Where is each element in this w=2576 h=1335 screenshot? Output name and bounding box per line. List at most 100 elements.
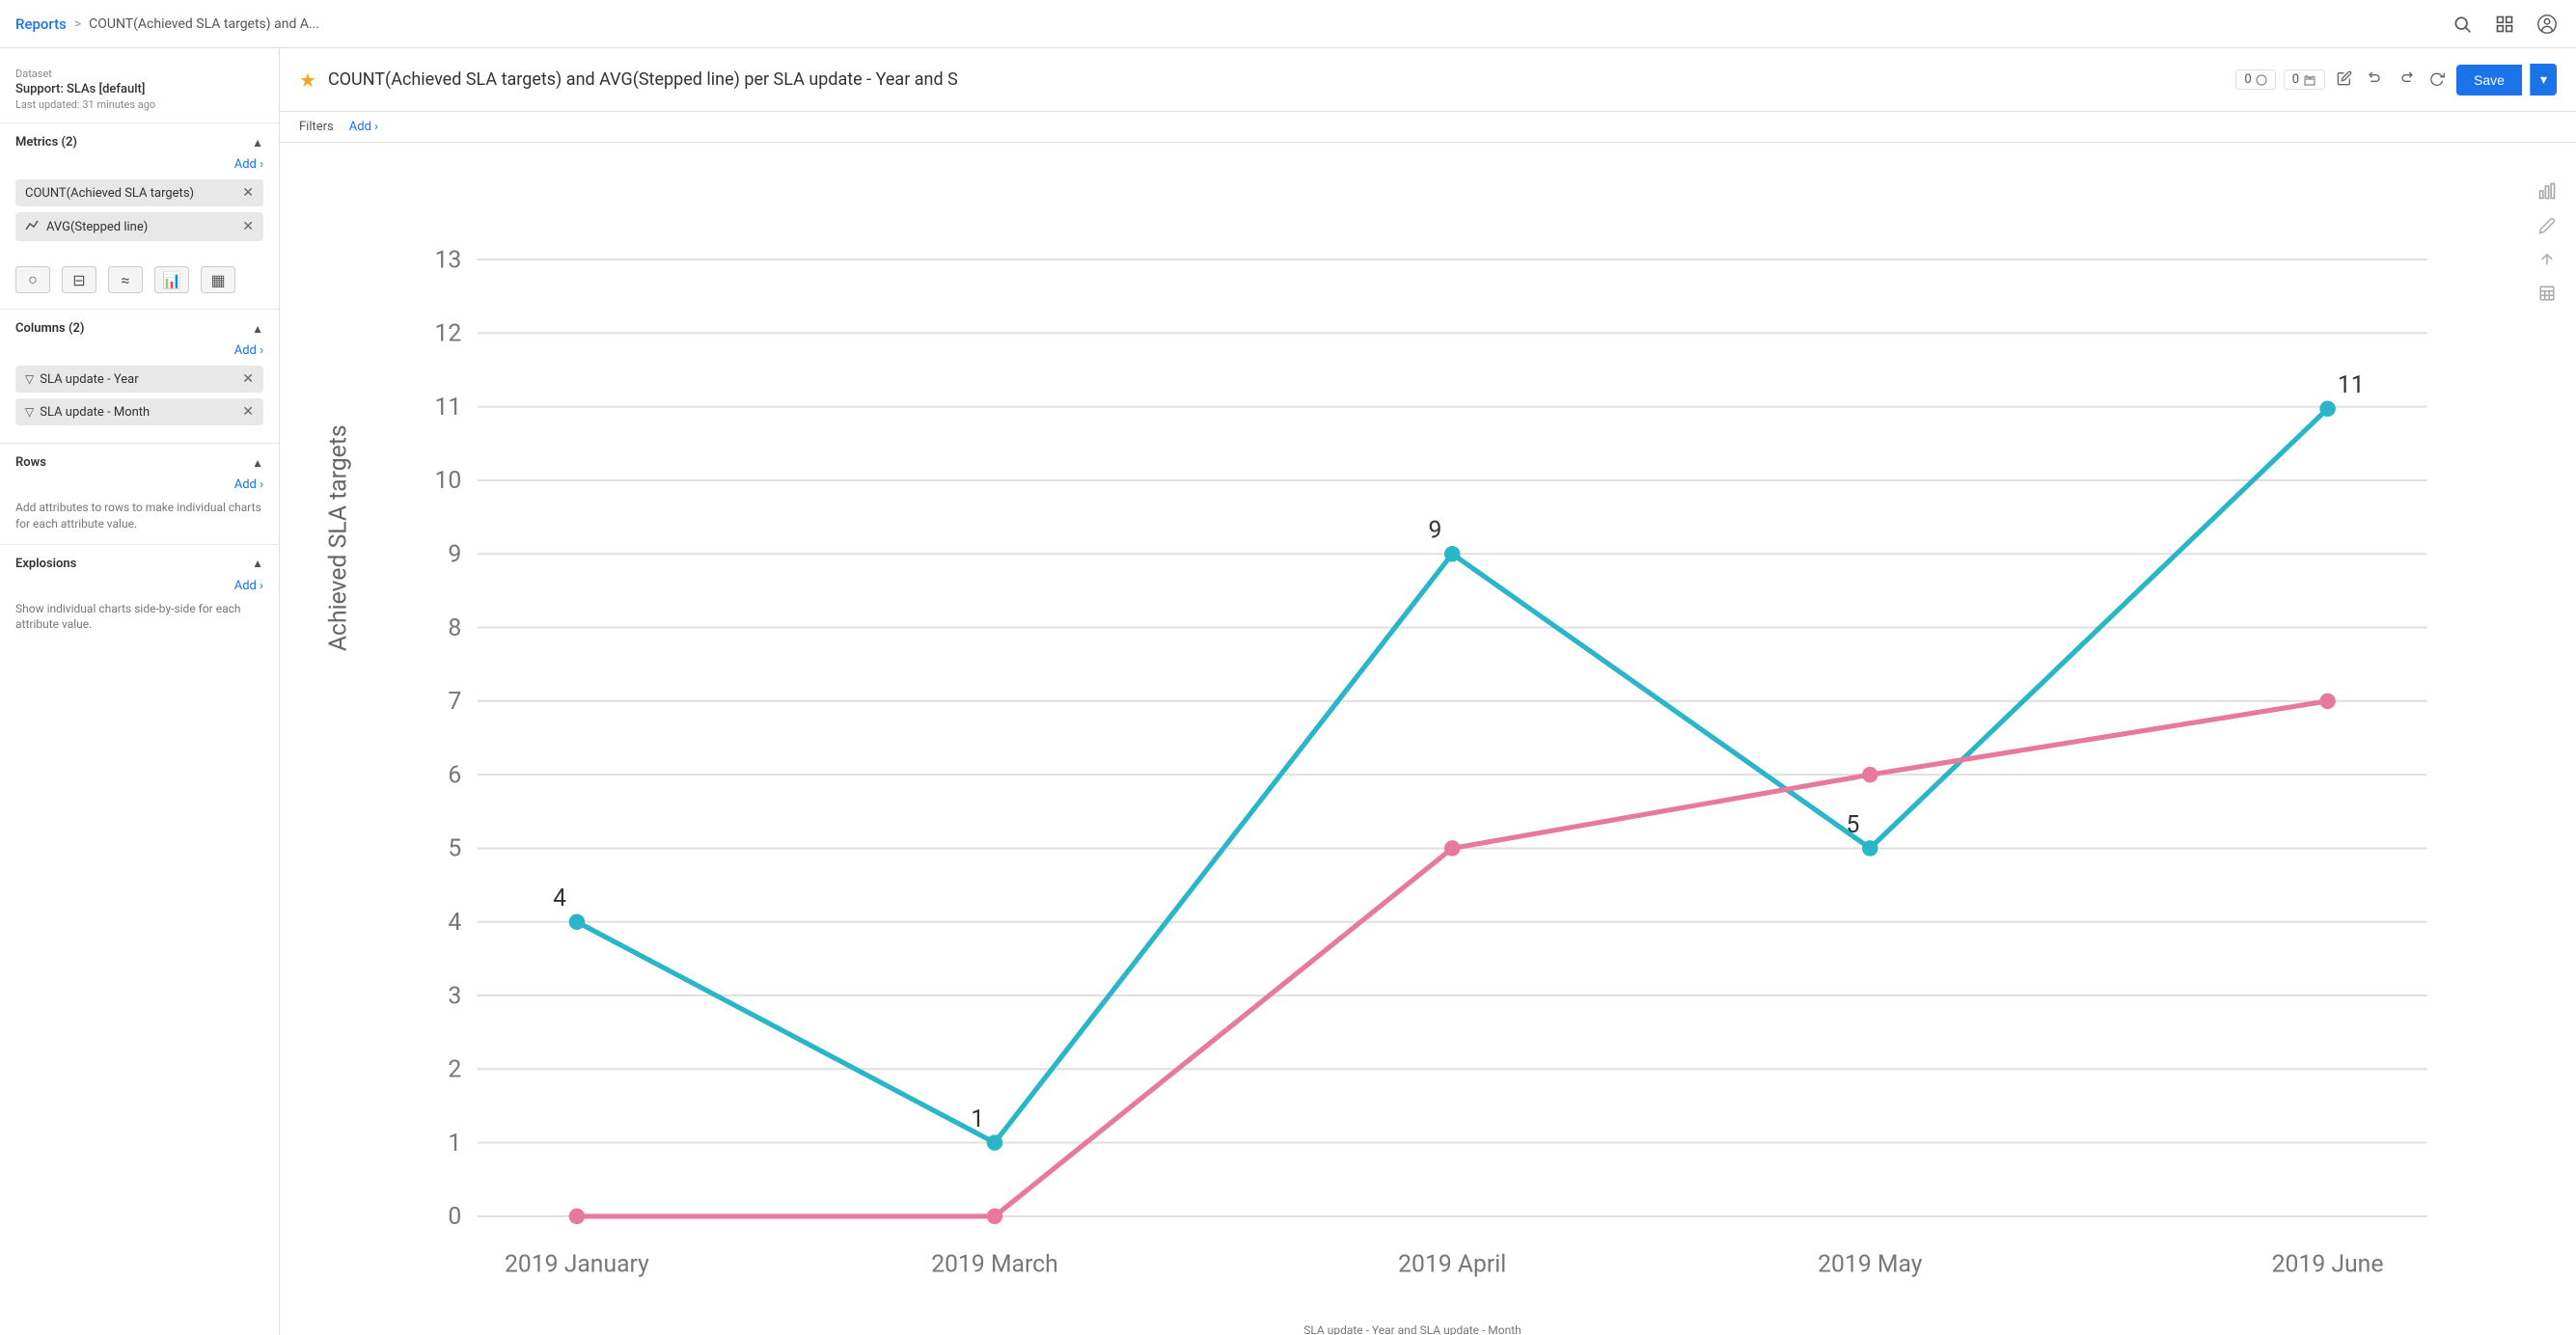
metric-avg-label: AVG(Stepped line) bbox=[46, 220, 148, 234]
grid-icon[interactable] bbox=[2491, 11, 2518, 38]
columns-add-link[interactable]: Add › bbox=[15, 343, 263, 358]
metrics-toggle[interactable]: ▲ bbox=[252, 136, 263, 150]
column-month-filter-icon: ▽ bbox=[25, 405, 34, 419]
column-year-tag[interactable]: ▽ SLA update - Year ✕ bbox=[15, 366, 263, 393]
filters-add-link[interactable]: Add › bbox=[349, 120, 378, 134]
counter2-icon bbox=[2303, 74, 2316, 86]
y-axis-label: Achieved SLA targets bbox=[325, 424, 353, 651]
rows-empty-text: Add attributes to rows to make individua… bbox=[15, 500, 263, 532]
rows-add-link[interactable]: Add › bbox=[15, 477, 263, 492]
svg-text:8: 8 bbox=[448, 614, 461, 642]
top-header: Reports > COUNT(Achieved SLA targets) an… bbox=[0, 0, 2576, 48]
dataset-section: Dataset Support: SLAs [default] Last upd… bbox=[0, 60, 279, 123]
chart-container: Achieved SLA targets 0 1 2 3 bbox=[299, 162, 2526, 1316]
metric-tag-count[interactable]: COUNT(Achieved SLA targets) ✕ bbox=[15, 179, 263, 206]
svg-text:7: 7 bbox=[448, 688, 461, 716]
svg-text:1: 1 bbox=[448, 1130, 461, 1158]
pencil-tool[interactable] bbox=[2538, 217, 2556, 239]
rows-title: Rows bbox=[15, 455, 46, 470]
main-content: ★ COUNT(Achieved SLA targets) and AVG(St… bbox=[280, 48, 2576, 1335]
dataset-name: Support: SLAs [default] bbox=[15, 82, 263, 96]
main-layout: Dataset Support: SLAs [default] Last upd… bbox=[0, 48, 2576, 1335]
table-tool[interactable] bbox=[2538, 285, 2556, 307]
dataset-updated: Last updated: 31 minutes ago bbox=[15, 98, 263, 111]
line1-pt0 bbox=[569, 913, 585, 929]
line2-pink bbox=[577, 701, 2328, 1216]
bar-icon-btn[interactable]: ⊟ bbox=[62, 266, 96, 293]
column-month-tag[interactable]: ▽ SLA update - Month ✕ bbox=[15, 398, 263, 425]
metric-avg-remove[interactable]: ✕ bbox=[242, 219, 254, 234]
columns-header: Columns (2) ▲ bbox=[15, 321, 263, 336]
svg-text:5: 5 bbox=[448, 835, 461, 863]
svg-text:11: 11 bbox=[435, 394, 462, 422]
sort-tool[interactable] bbox=[2538, 251, 2556, 273]
filters-bar: Filters Add › bbox=[280, 112, 2576, 143]
metrics-header: Metrics (2) ▲ bbox=[15, 135, 263, 150]
metrics-title: Metrics (2) bbox=[15, 135, 77, 150]
metrics-section: Metrics (2) ▲ Add › COUNT(Achieved SLA t… bbox=[0, 123, 279, 259]
table-icon-btn[interactable]: ▦ bbox=[201, 266, 235, 293]
line1-pt3 bbox=[1862, 840, 1877, 856]
breadcrumb: Reports > COUNT(Achieved SLA targets) an… bbox=[15, 15, 319, 33]
explosions-add-link[interactable]: Add › bbox=[15, 579, 263, 593]
counter1-value: 0 bbox=[2244, 72, 2251, 87]
explosions-toggle[interactable]: ▲ bbox=[252, 557, 263, 570]
line1-pt2 bbox=[1444, 546, 1460, 561]
rows-toggle[interactable]: ▲ bbox=[252, 456, 263, 470]
column-year-filter-icon: ▽ bbox=[25, 372, 34, 386]
svg-text:6: 6 bbox=[448, 761, 461, 789]
report-header: ★ COUNT(Achieved SLA targets) and AVG(St… bbox=[280, 48, 2576, 112]
chart-icon-btn[interactable]: 📊 bbox=[154, 266, 189, 293]
chart-svg: Achieved SLA targets 0 1 2 3 bbox=[299, 162, 2526, 1316]
save-dropdown-button[interactable]: ▾ bbox=[2530, 64, 2557, 95]
metric-count-remove[interactable]: ✕ bbox=[242, 185, 254, 201]
dataset-label: Dataset bbox=[15, 68, 263, 80]
filters-label: Filters bbox=[299, 120, 334, 134]
svg-text:2019 April: 2019 April bbox=[1398, 1251, 1506, 1279]
redo-icon[interactable] bbox=[2395, 67, 2418, 94]
metric-count-label: COUNT(Achieved SLA targets) bbox=[25, 186, 194, 201]
svg-text:11: 11 bbox=[2338, 371, 2365, 399]
column-year-remove[interactable]: ✕ bbox=[242, 371, 254, 387]
svg-text:4: 4 bbox=[553, 885, 566, 913]
circle-icon-btn[interactable]: ○ bbox=[15, 266, 50, 293]
bar-chart-tool[interactable] bbox=[2537, 181, 2557, 205]
svg-text:2019 May: 2019 May bbox=[1818, 1251, 1923, 1279]
metric-tag-avg[interactable]: AVG(Stepped line) ✕ bbox=[15, 212, 263, 241]
svg-text:2019 June: 2019 June bbox=[2272, 1251, 2384, 1279]
search-icon[interactable] bbox=[2449, 11, 2476, 38]
explosions-section: Explosions ▲ Add › Show individual chart… bbox=[0, 545, 279, 645]
save-button[interactable]: Save bbox=[2456, 65, 2522, 95]
metrics-add-link[interactable]: Add › bbox=[15, 157, 263, 172]
user-icon[interactable] bbox=[2534, 11, 2561, 38]
svg-text:13: 13 bbox=[435, 246, 462, 274]
columns-toggle[interactable]: ▲ bbox=[252, 322, 263, 336]
edit-icon[interactable] bbox=[2333, 67, 2356, 94]
line2-pt0 bbox=[569, 1209, 585, 1224]
svg-text:2: 2 bbox=[448, 1056, 461, 1084]
breadcrumb-separator: > bbox=[74, 16, 81, 32]
undo-icon[interactable] bbox=[2364, 67, 2387, 94]
x-axis-label: SLA update - Year and SLA update - Month bbox=[299, 1323, 2526, 1335]
rows-section: Rows ▲ Add › Add attributes to rows to m… bbox=[0, 444, 279, 544]
counter2-value: 0 bbox=[2292, 72, 2299, 87]
columns-title: Columns (2) bbox=[15, 321, 84, 336]
line2-pt2 bbox=[1444, 840, 1460, 856]
breadcrumb-current: COUNT(Achieved SLA targets) and A... bbox=[89, 16, 319, 32]
star-icon[interactable]: ★ bbox=[299, 68, 316, 92]
chart-area: Achieved SLA targets 0 1 2 3 bbox=[280, 143, 2576, 1335]
wave-icon-btn[interactable]: ≈ bbox=[108, 266, 143, 293]
refresh-icon[interactable] bbox=[2425, 67, 2449, 94]
columns-section: Columns (2) ▲ Add › ▽ SLA update - Year … bbox=[0, 310, 279, 443]
avg-chart-icon bbox=[25, 218, 41, 235]
explosions-title: Explosions bbox=[15, 557, 76, 571]
breadcrumb-reports-link[interactable]: Reports bbox=[15, 15, 67, 33]
explosions-empty-text: Show individual charts side-by-side for … bbox=[15, 601, 263, 634]
counter-badge-2: 0 bbox=[2284, 69, 2325, 90]
column-month-remove[interactable]: ✕ bbox=[242, 404, 254, 420]
svg-text:10: 10 bbox=[435, 467, 462, 495]
svg-text:1: 1 bbox=[971, 1105, 984, 1133]
svg-text:12: 12 bbox=[435, 320, 462, 348]
svg-text:5: 5 bbox=[1847, 811, 1860, 839]
column-month-label: SLA update - Month bbox=[40, 405, 150, 420]
